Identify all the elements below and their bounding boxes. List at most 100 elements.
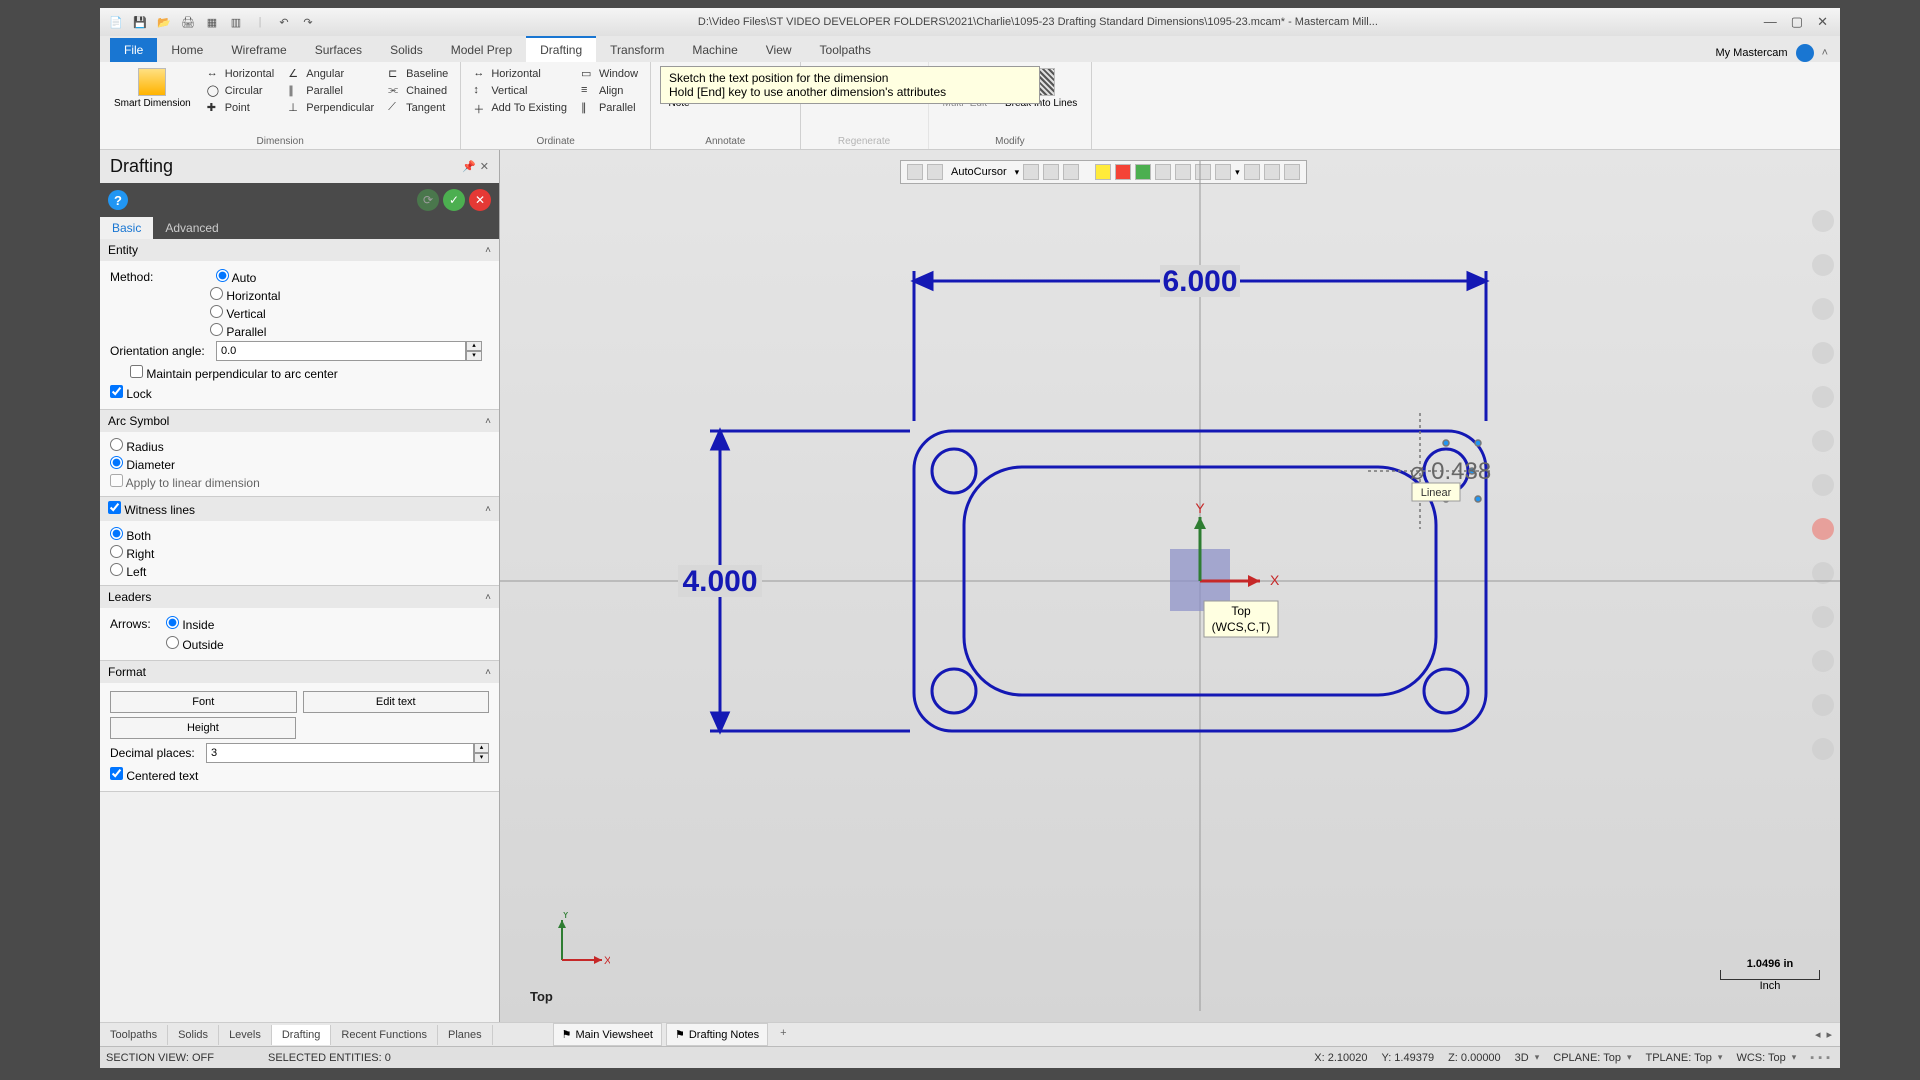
method-horizontal[interactable]: Horizontal	[210, 287, 489, 303]
app-window: 📄 💾 📂 🖨 ▦ ▥ | ↶ ↷ D:\Video Files\ST VIDE…	[100, 8, 1840, 1068]
user-avatar-icon[interactable]	[1796, 44, 1814, 62]
smart-dimension-button[interactable]: Smart Dimension	[110, 66, 195, 111]
orient-angle-input[interactable]	[216, 341, 466, 361]
status-extras[interactable]: ▪▪▪	[1810, 1052, 1834, 1064]
ribbon-collapse-icon[interactable]: ˄	[1822, 47, 1828, 59]
tab-home[interactable]: Home	[157, 38, 217, 62]
ord-align-button[interactable]: ≡Align	[579, 83, 640, 99]
tab-machine[interactable]: Machine	[678, 38, 751, 62]
qat-print-icon[interactable]: 🖨	[180, 14, 196, 30]
section-witness-header[interactable]: Witness lines˄	[100, 497, 499, 521]
ord-addexisting-button[interactable]: ＋Add To Existing	[471, 100, 569, 116]
qat-open-icon[interactable]: 📂	[156, 14, 172, 30]
tab-view[interactable]: View	[752, 38, 806, 62]
panel-cancel-button[interactable]: ✕	[469, 189, 491, 211]
btab-drafting[interactable]: Drafting	[272, 1025, 332, 1045]
ord-parallel-button[interactable]: ∥Parallel	[579, 100, 640, 116]
btab-recent[interactable]: Recent Functions	[331, 1025, 438, 1045]
witness-both[interactable]: Both	[110, 527, 489, 543]
dim-perpendicular-button[interactable]: ⊥Perpendicular	[286, 100, 376, 116]
qat-save-icon[interactable]: 💾	[132, 14, 148, 30]
decimal-input[interactable]	[206, 743, 474, 763]
viewsheet-add[interactable]: +	[772, 1023, 794, 1046]
btab-solids[interactable]: Solids	[168, 1025, 219, 1045]
font-button[interactable]: Font	[110, 691, 297, 713]
ord-vertical-button[interactable]: ↕Vertical	[471, 83, 569, 99]
panel-apply-continue-button[interactable]: ⟳	[417, 189, 439, 211]
viewport[interactable]: AutoCursor ▾ ▾	[500, 150, 1840, 1022]
spin-down-icon[interactable]: ▾	[466, 351, 482, 361]
maintain-perp-checkbox[interactable]: Maintain perpendicular to arc center	[130, 365, 338, 381]
tab-surfaces[interactable]: Surfaces	[301, 38, 376, 62]
spin-up-icon[interactable]: ▴	[474, 743, 489, 753]
spin-up-icon[interactable]: ▴	[466, 341, 482, 351]
tab-modelprep[interactable]: Model Prep	[437, 38, 526, 62]
btab-toolpaths[interactable]: Toolpaths	[100, 1025, 168, 1045]
tab-toolpaths[interactable]: Toolpaths	[806, 38, 885, 62]
panel-tab-basic[interactable]: Basic	[100, 217, 153, 239]
maximize-button[interactable]: ▢	[1791, 14, 1803, 30]
status-tplane[interactable]: TPLANE: Top	[1645, 1052, 1722, 1064]
panel-help-icon[interactable]: ?	[108, 190, 128, 210]
panel-ok-button[interactable]: ✓	[443, 189, 465, 211]
panel-pin-icon[interactable]: 📌	[462, 160, 476, 173]
height-button[interactable]: Height	[110, 717, 296, 739]
qat-new-icon[interactable]: 📄	[108, 14, 124, 30]
status-section[interactable]: SECTION VIEW: OFF	[106, 1052, 214, 1064]
qat-copy-icon[interactable]: ▥	[228, 14, 244, 30]
spin-down-icon[interactable]: ▾	[474, 753, 489, 763]
tab-transform[interactable]: Transform	[596, 38, 678, 62]
hint-tooltip: Sketch the text position for the dimensi…	[660, 66, 1040, 104]
arrows-inside[interactable]: Inside	[166, 616, 266, 632]
btab-levels[interactable]: Levels	[219, 1025, 272, 1045]
arc-apply-linear[interactable]: Apply to linear dimension	[110, 474, 489, 490]
ord-horizontal-button[interactable]: ↔Horizontal	[471, 66, 569, 82]
centered-checkbox[interactable]: Centered text	[110, 767, 210, 783]
status-wcs[interactable]: WCS: Top	[1736, 1052, 1796, 1064]
qat-redo-icon[interactable]: ↷	[300, 14, 316, 30]
user-label[interactable]: My Mastercam	[1715, 47, 1787, 59]
arc-diameter[interactable]: Diameter	[110, 456, 489, 472]
qat-undo-icon[interactable]: ↶	[276, 14, 292, 30]
panel-tab-advanced[interactable]: Advanced	[153, 217, 230, 239]
dim-chained-button[interactable]: ⫘Chained	[386, 83, 450, 99]
method-vertical[interactable]: Vertical	[210, 305, 489, 321]
group-label-dimension: Dimension	[110, 134, 450, 147]
dim-angular-button[interactable]: ∠Angular	[286, 66, 376, 82]
status-cplane[interactable]: CPLANE: Top	[1553, 1052, 1631, 1064]
minimize-button[interactable]: —	[1764, 14, 1777, 30]
dim-tangent-button[interactable]: ⟋Tangent	[386, 100, 450, 116]
viewsheet-main[interactable]: ⚑Main Viewsheet	[553, 1023, 662, 1046]
scroll-left-icon[interactable]: ◂	[1815, 1028, 1821, 1041]
dim-point-button[interactable]: ✚Point	[205, 100, 277, 116]
btab-planes[interactable]: Planes	[438, 1025, 493, 1045]
dim-parallel-button[interactable]: ∥Parallel	[286, 83, 376, 99]
arc-radius[interactable]: Radius	[110, 438, 489, 454]
section-arc-header[interactable]: Arc Symbol˄	[100, 410, 499, 432]
method-auto[interactable]: Auto	[216, 269, 316, 285]
status-mode[interactable]: 3D	[1515, 1052, 1540, 1064]
section-entity-header[interactable]: Entity˄	[100, 239, 499, 261]
tab-solids[interactable]: Solids	[376, 38, 437, 62]
tab-wireframe[interactable]: Wireframe	[217, 38, 300, 62]
witness-right[interactable]: Right	[110, 545, 489, 561]
dim-circular-button[interactable]: ◯Circular	[205, 83, 277, 99]
tab-drafting[interactable]: Drafting	[526, 36, 596, 62]
dim-horizontal-button[interactable]: ↔Horizontal	[205, 66, 277, 82]
section-leaders-header[interactable]: Leaders˄	[100, 586, 499, 608]
close-button[interactable]: ✕	[1817, 14, 1828, 30]
dim-baseline-button[interactable]: ⊏Baseline	[386, 66, 450, 82]
arrows-outside[interactable]: Outside	[166, 636, 266, 652]
lock-checkbox[interactable]: Lock	[110, 385, 210, 401]
ord-window-button[interactable]: ▭Window	[579, 66, 640, 82]
viewsheet-notes[interactable]: ⚑Drafting Notes	[666, 1023, 768, 1046]
section-format-header[interactable]: Format˄	[100, 661, 499, 683]
witness-checkbox[interactable]: Witness lines	[108, 501, 195, 517]
panel-close-icon[interactable]: ✕	[480, 160, 489, 173]
witness-left[interactable]: Left	[110, 563, 489, 579]
scroll-right-icon[interactable]: ▸	[1826, 1028, 1832, 1041]
edittext-button[interactable]: Edit text	[303, 691, 490, 713]
tab-file[interactable]: File	[110, 38, 157, 62]
qat-screenshot-icon[interactable]: ▦	[204, 14, 220, 30]
method-parallel[interactable]: Parallel	[210, 323, 489, 339]
